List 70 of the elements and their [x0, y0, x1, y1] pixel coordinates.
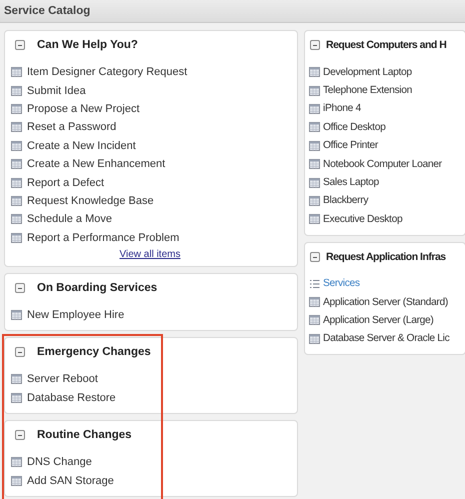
catalog-item-link[interactable]: Request Knowledge Base [27, 194, 154, 207]
catalog-item-link[interactable]: Office Printer [323, 140, 378, 152]
table-icon [309, 140, 320, 151]
table-icon [11, 232, 22, 243]
table-icon [11, 67, 22, 78]
catalog-item-link[interactable]: Office Desktop [323, 122, 386, 133]
catalog-item-link[interactable]: Add SAN Storage [27, 474, 114, 487]
card-title: On Boarding Services [37, 282, 158, 294]
view-all-link[interactable]: View all items [11, 248, 289, 260]
table-icon [309, 178, 320, 188]
table-icon [309, 297, 320, 308]
card-title: Can We Help You? [37, 39, 138, 51]
catalog-item-link[interactable]: Reset a Password [27, 121, 116, 134]
catalog-item-link[interactable]: Sales Laptop [323, 177, 379, 188]
table-icon [309, 159, 320, 170]
catalog-item-link[interactable]: Report a Performance Problem [27, 232, 180, 244]
catalog-item-link[interactable]: Server Reboot [27, 373, 98, 386]
list-icon [309, 278, 320, 289]
collapse-toggle[interactable] [310, 252, 320, 262]
catalog-item-link[interactable]: Submit Idea [27, 84, 86, 97]
catalog-item-link[interactable]: Application Server (Large) [323, 314, 434, 326]
catalog-item-link[interactable]: Create a New Enhancement [27, 158, 166, 170]
card-title: Emergency Changes [37, 346, 151, 358]
collapse-toggle[interactable] [15, 282, 25, 293]
catalog-item-link[interactable]: Item Designer Category Request [27, 66, 188, 78]
table-icon [309, 122, 320, 132]
collapse-toggle[interactable] [15, 347, 25, 358]
table-icon [309, 196, 320, 206]
table-icon [309, 67, 320, 78]
table-icon [11, 122, 22, 132]
catalog-item-link[interactable]: iPhone 4 [323, 103, 361, 114]
catalog-item-link[interactable]: Executive Desktop [323, 214, 402, 225]
collapse-toggle[interactable] [15, 40, 25, 50]
table-icon [11, 310, 22, 320]
table-icon [309, 104, 320, 114]
table-icon [11, 178, 22, 188]
table-icon [11, 214, 22, 224]
table-icon [11, 159, 22, 170]
table-icon [11, 86, 22, 96]
category-link[interactable]: Services [323, 278, 360, 290]
card-title: Routine Changes [37, 429, 132, 442]
table-icon [11, 196, 22, 206]
catalog-item-link[interactable]: Development Laptop [323, 66, 412, 78]
catalog-item-link[interactable]: Propose a New Project [27, 102, 140, 115]
table-icon [11, 374, 22, 384]
catalog-item-link[interactable]: Application Server (Standard) [323, 296, 448, 308]
catalog-item-link[interactable]: New Employee Hire [27, 309, 124, 322]
catalog-item-link[interactable]: Notebook Computer Loaner [323, 158, 442, 170]
table-icon [11, 457, 22, 468]
catalog-item-link[interactable]: Blackberry [323, 195, 368, 206]
card-title: Request Application Infras [326, 250, 446, 263]
catalog-item-link[interactable]: Report a Defect [27, 176, 104, 189]
table-icon [309, 315, 320, 326]
collapse-toggle[interactable] [310, 40, 320, 50]
catalog-item-link[interactable]: Telephone Extension [323, 85, 412, 96]
page-title: Service Catalog [4, 5, 90, 17]
card-title: Request Computers and H [326, 39, 446, 51]
collapse-toggle[interactable] [15, 430, 25, 440]
table-icon [309, 86, 320, 96]
catalog-item-link[interactable]: Create a New Incident [27, 140, 136, 152]
table-icon [11, 476, 22, 486]
catalog-item-link[interactable]: Schedule a Move [27, 213, 112, 226]
table-icon [11, 104, 22, 114]
table-icon [11, 140, 22, 151]
table-icon [309, 334, 320, 344]
table-icon [11, 392, 22, 403]
catalog-item-link[interactable]: Database Server & Oracle Lic [323, 333, 450, 344]
catalog-item-link[interactable]: DNS Change [27, 456, 92, 468]
table-icon [309, 214, 320, 224]
catalog-item-link[interactable]: Database Restore [27, 392, 116, 404]
